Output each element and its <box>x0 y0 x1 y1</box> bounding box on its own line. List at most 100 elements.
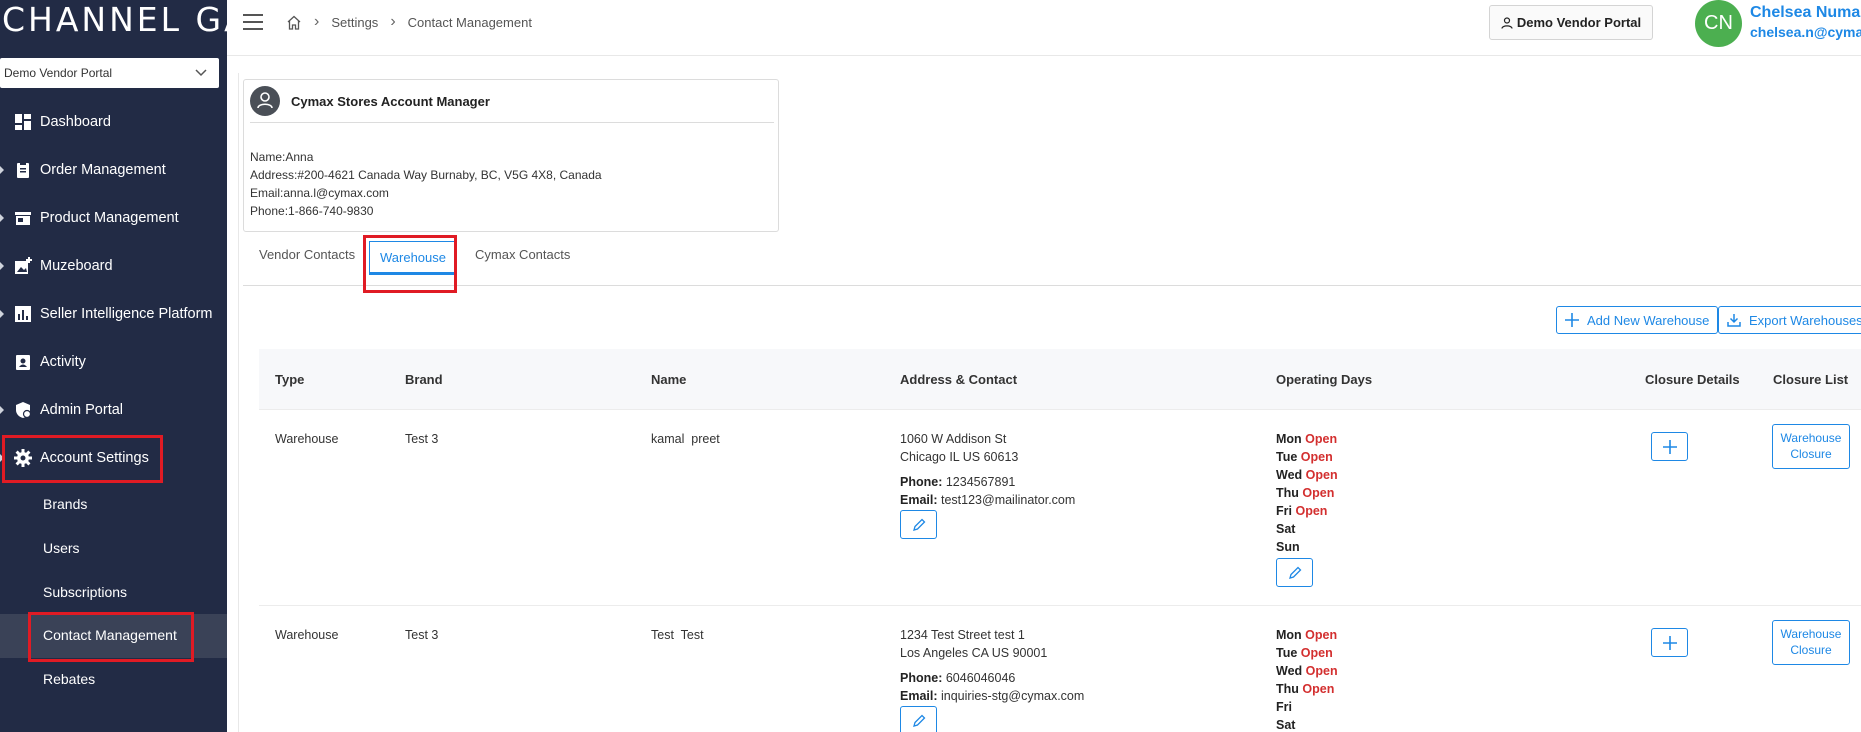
gear-icon <box>14 449 32 467</box>
day-item: Wed Open <box>1276 664 1338 678</box>
manager-name: Name:Anna <box>250 150 314 164</box>
day-item: Tue Open <box>1276 646 1333 660</box>
person-icon <box>257 92 273 109</box>
tab-warehouse[interactable]: Warehouse <box>369 241 457 275</box>
breadcrumb-settings[interactable]: Settings <box>331 15 378 30</box>
day-item: Fri <box>1276 700 1292 714</box>
warehouse-closure-button[interactable]: Warehouse Closure <box>1772 424 1850 469</box>
address-line-2: Los Angeles CA US 90001 <box>900 646 1048 660</box>
portal-select[interactable]: Demo Vendor Portal <box>0 58 219 88</box>
sidebar-subitem-brands[interactable]: Brands <box>0 483 227 527</box>
column-header-brand: Brand <box>405 372 443 387</box>
sidebar-item-label: Admin Portal <box>40 402 124 418</box>
bar-chart-icon <box>15 306 31 322</box>
sidebar-item-product-management[interactable]: Product Management <box>0 194 227 242</box>
sidebar-item-label: Order Management <box>40 162 166 178</box>
vendor-portal-label: Demo Vendor Portal <box>1516 15 1642 30</box>
row-type: Warehouse <box>275 432 339 446</box>
expand-caret-icon <box>0 454 4 462</box>
expand-caret-icon <box>0 214 4 222</box>
column-header-type: Type <box>275 372 305 387</box>
hamburger-menu-icon[interactable] <box>243 14 263 30</box>
plus-icon <box>1662 635 1677 650</box>
tabs-divider <box>243 285 1861 286</box>
breadcrumb: › Settings › Contact Management <box>286 13 532 31</box>
add-new-warehouse-label: Add New Warehouse <box>1587 312 1710 328</box>
table-header: Type Brand Name Address & Contact Operat… <box>259 349 1861 410</box>
phone-label: Phone: <box>900 671 943 685</box>
sidebar-item-admin-portal[interactable]: Admin Portal <box>0 386 227 434</box>
add-closure-detail-button[interactable] <box>1651 628 1688 657</box>
export-warehouses-button[interactable]: Export Warehouses <box>1718 306 1861 334</box>
pencil-icon <box>1288 566 1301 579</box>
sidebar-item-muzeboard[interactable]: Muzeboard <box>0 242 227 290</box>
divider <box>238 73 239 732</box>
account-manager-avatar <box>250 86 280 116</box>
person-icon <box>1501 16 1513 29</box>
top-header: › Settings › Contact Management Demo Ven… <box>227 0 1861 56</box>
row-name: Test Test <box>651 628 704 642</box>
day-item: Mon Open <box>1276 432 1338 446</box>
manager-email: Email:anna.l@cymax.com <box>250 186 389 200</box>
sidebar-subitem-subscriptions[interactable]: Subscriptions <box>0 571 227 615</box>
email-value: test123@mailinator.com <box>941 493 1076 507</box>
phone-value: 6046046046 <box>945 671 1016 685</box>
day-item: Thu Open <box>1276 682 1335 696</box>
add-closure-detail-button[interactable] <box>1651 432 1688 461</box>
divider <box>250 122 774 123</box>
tab-vendor-contacts[interactable]: Vendor Contacts <box>259 247 355 262</box>
edit-address-button[interactable] <box>900 510 937 539</box>
sidebar-item-dashboard[interactable]: Dashboard <box>0 98 227 146</box>
expand-caret-icon <box>0 310 4 318</box>
closure-btn-line: Closure <box>1790 447 1832 461</box>
sidebar-item-label: Product Management <box>40 210 179 226</box>
sidebar-item-label: Dashboard <box>40 114 111 130</box>
row-brand: Test 3 <box>405 432 439 446</box>
expand-caret-icon <box>0 262 4 270</box>
email-line: Email: test123@mailinator.com <box>900 491 1075 509</box>
manager-phone: Phone:1-866-740-9830 <box>250 204 374 218</box>
sidebar-item-account-settings[interactable]: Account Settings <box>0 434 227 482</box>
closure-btn-line: Closure <box>1790 643 1832 657</box>
admin-shield-icon <box>16 402 32 419</box>
row-brand: Test 3 <box>405 628 439 642</box>
email-line: Email: inquiries-stg@cymax.com <box>900 687 1084 705</box>
sidebar-item-seller-intelligence[interactable]: Seller Intelligence Platform <box>0 290 227 338</box>
email-value: inquiries-stg@cymax.com <box>941 689 1085 703</box>
home-icon[interactable] <box>286 15 302 30</box>
address-line-2: Chicago IL US 60613 <box>900 450 1019 464</box>
breadcrumb-current: Contact Management <box>407 14 532 30</box>
closure-btn-line: Warehouse <box>1780 431 1842 445</box>
badge-icon <box>16 355 30 370</box>
column-header-closure-details: Closure Details <box>1645 372 1740 387</box>
row-address-contact: 1234 Test Street test 1 Los Angeles CA U… <box>900 626 1084 705</box>
sidebar-item-order-management[interactable]: Order Management <box>0 146 227 194</box>
plus-icon <box>1662 439 1677 454</box>
table-row: Warehouse Test 3 Test Test 1234 Test Str… <box>259 606 1861 732</box>
sidebar-item-label: Muzeboard <box>40 258 113 274</box>
closure-btn-line: Warehouse <box>1780 627 1842 641</box>
sidebar-subitem-rebates[interactable]: Rebates <box>0 658 227 702</box>
user-name[interactable]: Chelsea Numan <box>1750 4 1861 22</box>
tab-cymax-contacts[interactable]: Cymax Contacts <box>475 247 570 262</box>
sidebar-item-label: Account Settings <box>40 450 149 466</box>
sidebar-subitem-contact-management[interactable]: Contact Management <box>0 614 227 658</box>
vendor-portal-button[interactable]: Demo Vendor Portal <box>1489 5 1653 40</box>
sidebar-item-activity[interactable]: Activity <box>0 338 227 386</box>
channel-gate-logo: CHANNEL GATE <box>2 0 227 39</box>
column-header-address: Address & Contact <box>900 372 1018 387</box>
manager-address: Address:#200-4621 Canada Way Burnaby, BC… <box>250 168 602 182</box>
warehouse-closure-button[interactable]: Warehouse Closure <box>1772 620 1850 665</box>
main-content: Cymax Stores Account Manager Name:Anna A… <box>227 57 1861 732</box>
pencil-icon <box>912 714 925 727</box>
pencil-icon <box>912 518 925 531</box>
add-new-warehouse-button[interactable]: Add New Warehouse <box>1556 306 1719 334</box>
sidebar-subitem-users[interactable]: Users <box>0 527 227 571</box>
column-header-operating-days: Operating Days <box>1276 372 1373 387</box>
phone-line: Phone: 1234567891 <box>900 473 1075 491</box>
phone-line: Phone: 6046046046 <box>900 669 1084 687</box>
edit-operating-days-button[interactable] <box>1276 558 1313 587</box>
edit-address-button[interactable] <box>900 706 937 732</box>
chevron-down-icon <box>195 69 207 77</box>
avatar[interactable]: CN <box>1695 0 1742 47</box>
